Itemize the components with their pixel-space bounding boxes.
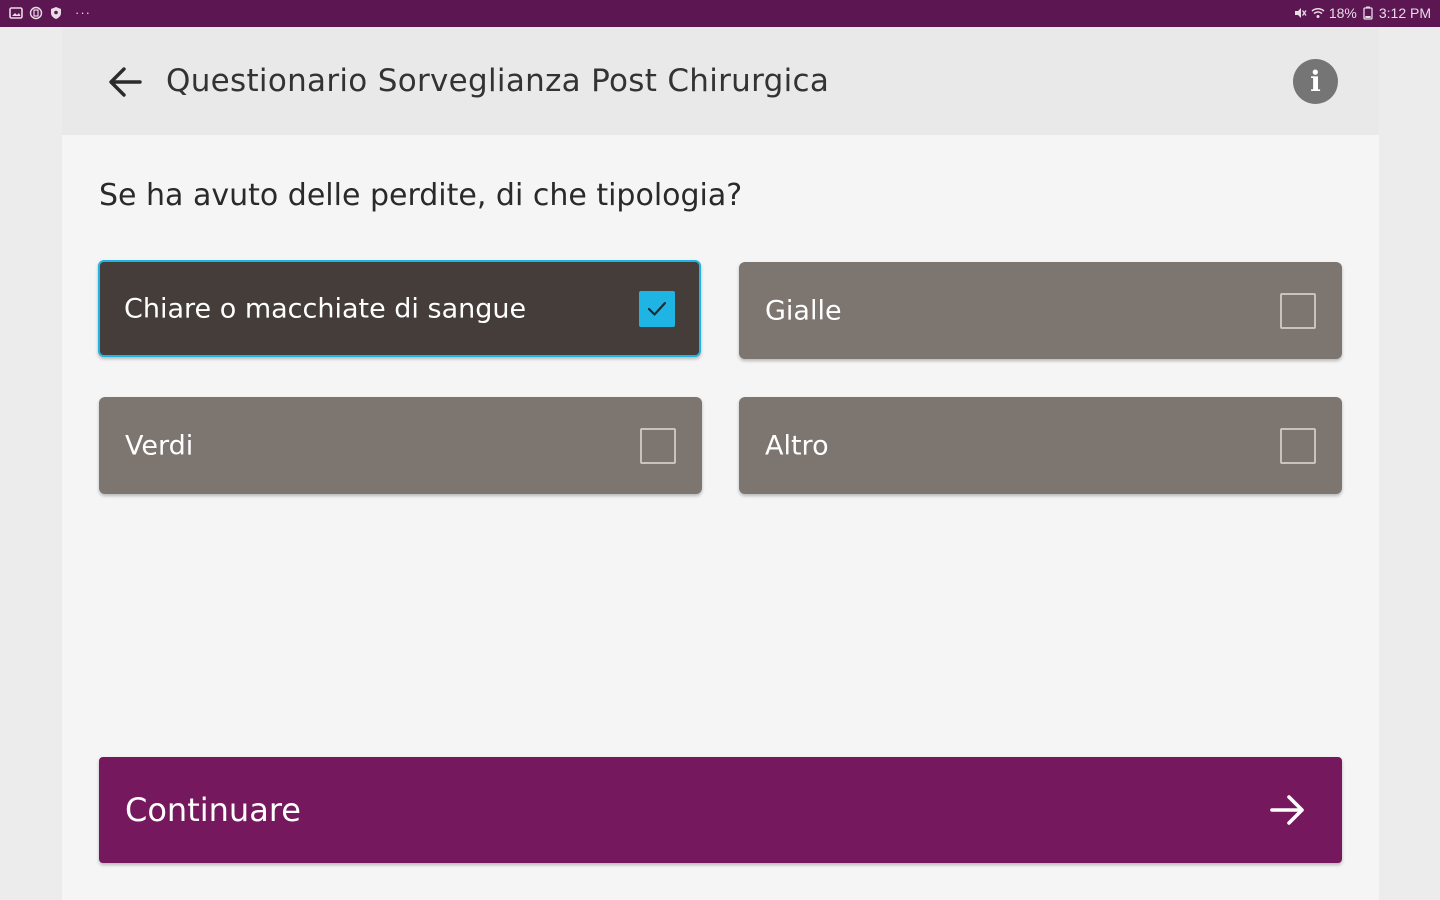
continue-button-label: Continuare [125,791,301,829]
mute-icon [1294,8,1307,18]
page-title: Questionario Sorveglianza Post Chirurgic… [166,63,830,99]
option-verdi[interactable]: Verdi [99,397,702,494]
info-icon[interactable]: i [1293,59,1338,104]
checkmark-icon [647,301,667,316]
battery-percentage: 18% [1328,5,1357,21]
checkbox-unchecked[interactable] [1280,292,1316,329]
option-label: Altro [765,430,829,461]
app-bar: Questionario Sorveglianza Post Chirurgic… [62,27,1379,135]
gallery-icon [9,7,23,19]
battery-icon [1363,6,1373,20]
question-text: Se ha avuto delle perdite, di che tipolo… [99,178,743,213]
checkbox-unchecked[interactable] [1280,427,1316,464]
checkbox-unchecked[interactable] [640,427,676,464]
status-time: 3:12 PM [1378,5,1431,21]
option-label: Gialle [765,295,842,326]
option-chiare-macchiate[interactable]: Chiare o macchiate di sangue [98,260,701,357]
wifi-icon [1311,8,1325,18]
arrow-right-icon [1270,795,1304,825]
sim-icon [29,6,43,20]
questionnaire-screen: Questionario Sorveglianza Post Chirurgic… [62,27,1379,900]
option-altro[interactable]: Altro [739,397,1342,494]
option-label: Chiare o macchiate di sangue [124,293,527,324]
status-bar-right-icons: 18% 3:12 PM [1293,5,1431,21]
checkbox-checked[interactable] [639,290,675,327]
continue-button[interactable]: Continuare [99,757,1342,863]
status-bar-left-icons: ··· [9,6,91,20]
status-overflow-dots: ··· [75,5,91,20]
option-label: Verdi [125,430,194,461]
option-gialle[interactable]: Gialle [739,262,1342,359]
status-bar: ··· 18% 3:12 PM [0,0,1440,27]
back-arrow-icon[interactable] [104,61,146,103]
shield-icon [51,7,61,19]
